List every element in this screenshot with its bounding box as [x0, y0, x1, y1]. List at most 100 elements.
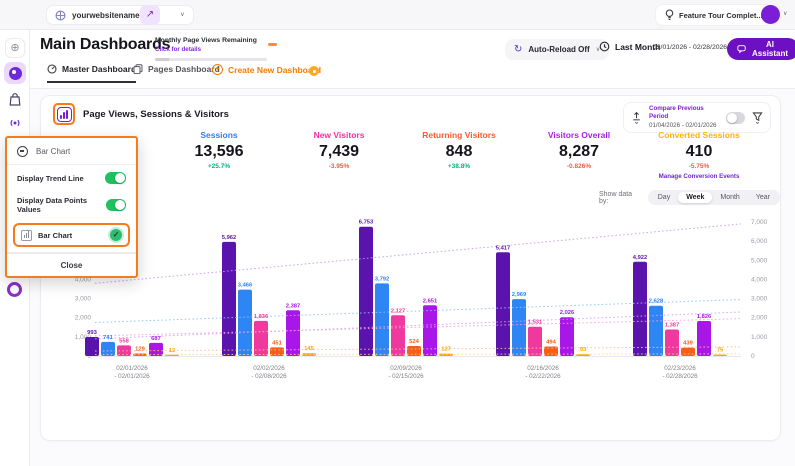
toggle-knob [115, 173, 125, 183]
header-divider [30, 88, 795, 89]
filter-icon[interactable] [752, 111, 763, 125]
avatar-chevron-icon[interactable]: ∨ [783, 11, 787, 17]
refresh-icon: ↻ [514, 44, 522, 55]
quota-label: Monthly Page Views Remaining [155, 37, 285, 44]
sidebar-item-dashboards-active[interactable] [4, 62, 26, 84]
chat-icon [737, 44, 746, 54]
stat-sessions: Sessions 13,596 +25.7% [159, 130, 279, 190]
svg-text:02/01/2026: 02/01/2026 [116, 365, 148, 372]
bar-glyph [63, 112, 65, 119]
show-data-by: Show data by: Day Week Month Year [599, 190, 780, 205]
bar-glyph [60, 115, 62, 119]
compare-toggle[interactable] [726, 112, 745, 124]
svg-text:2,026: 2,026 [560, 310, 575, 316]
svg-text:0: 0 [751, 353, 755, 360]
option-year[interactable]: Year [748, 192, 778, 203]
svg-text:2,628: 2,628 [649, 299, 664, 305]
lightbulb-icon [665, 9, 674, 21]
stat-value: 848 [399, 143, 519, 161]
data-points-toggle[interactable] [106, 199, 126, 211]
stat-new-visitors: New Visitors 7,439 -3.95% [279, 130, 399, 190]
svg-text:02/09/2026: 02/09/2026 [390, 365, 422, 372]
dashboard-icon [9, 67, 22, 80]
quota-progress-fill [155, 58, 169, 61]
pages-icon [133, 64, 143, 74]
svg-text:6,753: 6,753 [359, 220, 374, 226]
option-week-selected[interactable]: Week [678, 192, 712, 203]
tab-label: Master Dashboard [62, 64, 136, 74]
ai-assistant-button[interactable]: AI Assistant [727, 38, 795, 60]
option-month[interactable]: Month [712, 192, 747, 203]
page-title: Main Dashboards [40, 36, 170, 54]
tab-label: Create New Dashboard [228, 65, 321, 75]
tab-create-new-dashboard[interactable]: + Create New Dashboard [212, 64, 321, 82]
site-selector[interactable]: yourwebsitename.com ∨ [46, 5, 194, 25]
bar-chart[interactable]: 001,0001,0002,0002,0003,0003,0004,0004,0… [45, 211, 785, 393]
compare-previous-period[interactable]: Compare Previous Period 01/04/2026 - 02/… [649, 105, 719, 130]
svg-text:524: 524 [409, 339, 419, 345]
svg-text:2,651: 2,651 [423, 298, 438, 304]
trend-line-row: Display Trend Line [7, 165, 136, 189]
quota-details-link[interactable]: Click for details [155, 46, 285, 53]
tab-master-dashboard[interactable]: Master Dashboard [47, 64, 136, 83]
option-day[interactable]: Day [650, 192, 678, 203]
date-range-selector[interactable]: 02/01/2026 - 02/28/2026 ∨ [653, 44, 734, 51]
svg-text:1,531: 1,531 [528, 320, 543, 326]
svg-text:7,000: 7,000 [751, 219, 768, 226]
svg-text:127: 127 [441, 347, 451, 353]
svg-text:558: 558 [119, 338, 129, 344]
auto-reload-label: Auto-Reload Off [528, 45, 589, 54]
svg-text:75: 75 [717, 348, 724, 354]
svg-text:2,127: 2,127 [391, 308, 406, 314]
svg-text:2,000: 2,000 [75, 315, 92, 322]
auto-reload-dropdown[interactable]: ↻ Auto-Reload Off ∨ [505, 39, 609, 60]
toggle-knob [727, 113, 737, 123]
chevron-down-icon[interactable]: ∨ [180, 12, 184, 18]
manage-conversion-events-link[interactable]: Manage Conversion Events [639, 173, 759, 180]
svg-text:494: 494 [546, 340, 556, 346]
quota-block: Monthly Page Views Remaining Click for d… [155, 37, 285, 61]
close-button[interactable]: Close [7, 253, 136, 276]
sidebar-item-store[interactable] [8, 92, 22, 107]
svg-text:741: 741 [103, 335, 113, 341]
bar-glyph [66, 110, 68, 119]
chart-type-button[interactable] [57, 107, 72, 122]
tab-pages-dashboard[interactable]: Pages Dashboard [133, 64, 220, 81]
feature-tour-button[interactable]: Feature Tour Complet... [655, 4, 773, 26]
stat-label: New Visitors [279, 130, 399, 140]
sidebar-item-signal[interactable] [8, 116, 22, 130]
period-selector[interactable]: Last Month [599, 41, 660, 52]
trend-line-label: Display Trend Line [17, 174, 84, 183]
export-icon[interactable] [631, 111, 642, 125]
granularity-segmented-control: Day Week Month Year [648, 190, 780, 205]
svg-text:1,000: 1,000 [751, 334, 768, 341]
svg-text:93: 93 [580, 347, 587, 353]
data-points-label: Display Data Points Values [17, 196, 106, 214]
stat-value: 13,596 [159, 143, 279, 161]
toggle-knob [115, 200, 125, 210]
svg-text:145: 145 [304, 346, 314, 352]
sidebar-item-add[interactable]: ⊕ [5, 38, 25, 58]
tutorial-badge-icon[interactable] [309, 66, 319, 76]
gauge-icon [47, 64, 57, 74]
svg-text:3,000: 3,000 [75, 296, 92, 303]
stat-visitors-overall: Visitors Overall 8,287 -0.826% [519, 130, 639, 190]
svg-text:3,792: 3,792 [375, 276, 390, 282]
open-site-button[interactable]: ↗ [140, 5, 160, 25]
svg-text:02/16/2026: 02/16/2026 [527, 365, 559, 372]
plus-circle-icon: + [212, 64, 223, 75]
stat-value: 410 [639, 143, 759, 161]
top-bar: yourwebsitename.com ∨ ↗ Feature Tour Com… [0, 0, 795, 30]
trend-line-toggle[interactable] [105, 172, 126, 184]
tab-label: Pages Dashboard [148, 64, 220, 74]
svg-text:- 02/28/2026: - 02/28/2026 [662, 373, 698, 380]
avatar[interactable] [761, 5, 780, 24]
svg-text:- 02/01/2026: - 02/01/2026 [114, 373, 150, 380]
svg-text:4,000: 4,000 [751, 276, 768, 283]
svg-text:2,969: 2,969 [512, 292, 527, 298]
chart-type-icon [17, 146, 28, 157]
bar-chart-option-selected[interactable]: Bar Chart ✓ [13, 223, 130, 247]
check-icon: ✓ [110, 229, 122, 241]
stat-returning-visitors: Returning Visitors 848 +38.8% [399, 130, 519, 190]
sidebar-item-settings[interactable] [7, 282, 22, 297]
